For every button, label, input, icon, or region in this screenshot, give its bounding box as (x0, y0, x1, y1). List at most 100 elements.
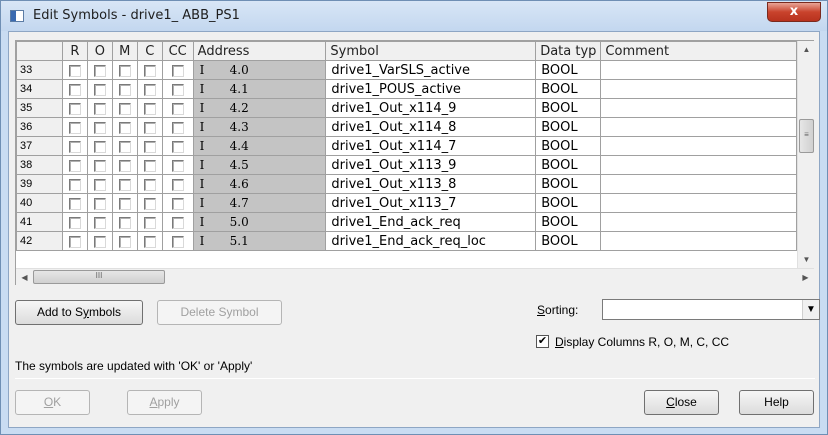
datatype-cell[interactable]: BOOL (535, 79, 602, 99)
checkbox-c[interactable] (143, 83, 156, 96)
apply-button[interactable]: Apply (127, 390, 202, 415)
checkbox-r[interactable] (68, 216, 81, 229)
ok-button[interactable]: OK (15, 390, 90, 415)
comment-cell[interactable] (600, 174, 797, 194)
checkbox-o[interactable] (93, 235, 106, 248)
checkbox-cc[interactable] (171, 83, 184, 96)
help-button[interactable]: Help (739, 390, 814, 415)
address-cell[interactable]: I 4.2 (192, 98, 327, 118)
datatype-cell[interactable]: BOOL (535, 136, 602, 156)
address-cell[interactable]: I 4.0 (192, 60, 327, 80)
checkbox-r[interactable] (68, 121, 81, 134)
display-columns-checkbox[interactable]: ✔ (536, 335, 549, 348)
datatype-cell[interactable]: BOOL (535, 231, 602, 251)
vertical-scrollbar[interactable]: ▲ ≡ ▼ (797, 41, 814, 268)
scroll-down-icon[interactable]: ▼ (798, 251, 815, 268)
header-address[interactable]: Address (192, 41, 327, 61)
checkbox-cc[interactable] (171, 102, 184, 115)
checkbox-c[interactable] (143, 159, 156, 172)
checkbox-cc[interactable] (171, 197, 184, 210)
checkbox-o[interactable] (93, 159, 106, 172)
datatype-cell[interactable]: BOOL (535, 174, 602, 194)
header-datatype[interactable]: Data typ (535, 41, 602, 61)
table-row[interactable]: 37 I 4.4 drive1_Out_x114_7 BOOL (16, 136, 797, 156)
header-symbol[interactable]: Symbol (325, 41, 537, 61)
checkbox-r[interactable] (68, 83, 81, 96)
header-cc[interactable]: CC (161, 41, 194, 61)
checkbox-m[interactable] (118, 102, 131, 115)
table-row[interactable]: 39 I 4.6 drive1_Out_x113_8 BOOL (16, 174, 797, 194)
checkbox-c[interactable] (143, 64, 156, 77)
table-row[interactable]: 36 I 4.3 drive1_Out_x114_8 BOOL (16, 117, 797, 137)
checkbox-cc[interactable] (171, 216, 184, 229)
checkbox-r[interactable] (68, 140, 81, 153)
vertical-scroll-thumb[interactable]: ≡ (799, 119, 814, 153)
horizontal-scrollbar[interactable]: ◀ III ▶ (16, 268, 814, 285)
checkbox-c[interactable] (143, 216, 156, 229)
table-row[interactable]: 40 I 4.7 drive1_Out_x113_7 BOOL (16, 193, 797, 213)
checkbox-m[interactable] (118, 197, 131, 210)
checkbox-o[interactable] (93, 102, 106, 115)
address-cell[interactable]: I 4.1 (192, 79, 327, 99)
checkbox-m[interactable] (118, 178, 131, 191)
scroll-right-icon[interactable]: ▶ (797, 269, 814, 286)
address-cell[interactable]: I 5.1 (192, 231, 327, 251)
checkbox-m[interactable] (118, 121, 131, 134)
datatype-cell[interactable]: BOOL (535, 117, 602, 137)
datatype-cell[interactable]: BOOL (535, 212, 602, 232)
symbol-cell[interactable]: drive1_Out_x114_7 (325, 136, 537, 156)
title-bar[interactable]: Edit Symbols - drive1_ ABB_PS1 x (1, 1, 827, 31)
checkbox-r[interactable] (68, 178, 81, 191)
address-cell[interactable]: I 4.7 (192, 193, 327, 213)
header-comment[interactable]: Comment (600, 41, 797, 61)
delete-symbol-button[interactable]: Delete Symbol (157, 300, 282, 325)
header-c[interactable]: C (136, 41, 163, 61)
checkbox-r[interactable] (68, 235, 81, 248)
datatype-cell[interactable]: BOOL (535, 98, 602, 118)
sorting-dropdown[interactable]: ▼ (602, 299, 820, 320)
checkbox-m[interactable] (118, 64, 131, 77)
checkbox-m[interactable] (118, 159, 131, 172)
checkbox-o[interactable] (93, 197, 106, 210)
checkbox-o[interactable] (93, 216, 106, 229)
header-r[interactable]: R (61, 41, 88, 61)
symbol-cell[interactable]: drive1_Out_x114_9 (325, 98, 537, 118)
checkbox-o[interactable] (93, 64, 106, 77)
table-row[interactable]: 35 I 4.2 drive1_Out_x114_9 BOOL (16, 98, 797, 118)
comment-cell[interactable] (600, 60, 797, 80)
datatype-cell[interactable]: BOOL (535, 155, 602, 175)
symbol-cell[interactable]: drive1_Out_x114_8 (325, 117, 537, 137)
checkbox-m[interactable] (118, 140, 131, 153)
checkbox-c[interactable] (143, 178, 156, 191)
checkbox-r[interactable] (68, 159, 81, 172)
checkbox-m[interactable] (118, 83, 131, 96)
checkbox-c[interactable] (143, 235, 156, 248)
datatype-cell[interactable]: BOOL (535, 193, 602, 213)
symbol-cell[interactable]: drive1_VarSLS_active (325, 60, 537, 80)
table-row[interactable]: 38 I 4.5 drive1_Out_x113_9 BOOL (16, 155, 797, 175)
display-columns-label[interactable]: Display Columns R, O, M, C, CC (555, 335, 729, 349)
checkbox-cc[interactable] (171, 159, 184, 172)
checkbox-c[interactable] (143, 121, 156, 134)
checkbox-cc[interactable] (171, 64, 184, 77)
header-o[interactable]: O (86, 41, 113, 61)
table-row[interactable]: 33 I 4.0 drive1_VarSLS_active BOOL (16, 60, 797, 80)
checkbox-cc[interactable] (171, 140, 184, 153)
symbol-cell[interactable]: drive1_Out_x113_8 (325, 174, 537, 194)
address-cell[interactable]: I 4.5 (192, 155, 327, 175)
table-row[interactable]: 34 I 4.1 drive1_POUS_active BOOL (16, 79, 797, 99)
comment-cell[interactable] (600, 98, 797, 118)
symbol-cell[interactable]: drive1_Out_x113_9 (325, 155, 537, 175)
checkbox-o[interactable] (93, 140, 106, 153)
address-cell[interactable]: I 4.6 (192, 174, 327, 194)
symbol-cell[interactable]: drive1_Out_x113_7 (325, 193, 537, 213)
checkbox-o[interactable] (93, 178, 106, 191)
checkbox-r[interactable] (68, 102, 81, 115)
comment-cell[interactable] (600, 79, 797, 99)
symbol-cell[interactable]: drive1_End_ack_req_loc (325, 231, 537, 251)
symbol-cell[interactable]: drive1_POUS_active (325, 79, 537, 99)
symbol-cell[interactable]: drive1_End_ack_req (325, 212, 537, 232)
checkbox-o[interactable] (93, 83, 106, 96)
checkbox-cc[interactable] (171, 235, 184, 248)
scroll-left-icon[interactable]: ◀ (16, 269, 33, 286)
